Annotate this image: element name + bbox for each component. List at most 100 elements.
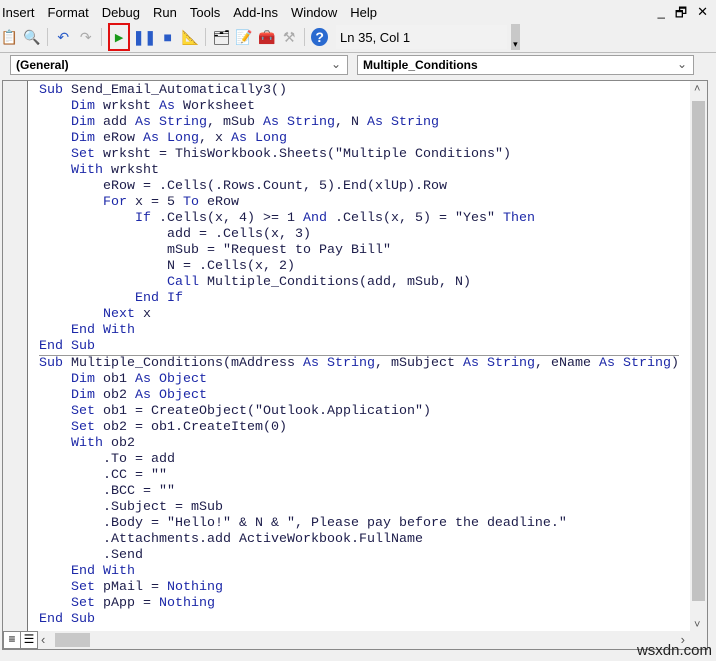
code-line[interactable]: Set wrksht = ThisWorkbook.Sheets("Multip… (39, 147, 679, 163)
keyword: As (598, 356, 615, 371)
code-line[interactable]: With ob2 (39, 436, 679, 452)
keyword: If (166, 291, 183, 306)
scroll-up-icon[interactable]: ˄ (694, 83, 700, 95)
code-line[interactable]: Dim ob2 As Object (39, 388, 679, 404)
margin-indicator-bar[interactable] (3, 81, 28, 631)
code-line[interactable]: .Subject = mSub (39, 500, 679, 516)
code-line[interactable]: mSub = "Request to Pay Bill" (39, 243, 679, 259)
keyword: String (486, 356, 535, 371)
keyword: Dim (71, 388, 95, 403)
keyword: As (143, 131, 159, 146)
help-icon[interactable]: ? (311, 28, 329, 46)
code-line[interactable]: If .Cells(x, 4) >= 1 And .Cells(x, 5) = … (39, 211, 679, 227)
code-line[interactable]: With wrksht (39, 163, 679, 179)
object-dropdown[interactable]: (General) ⌄ (10, 55, 348, 75)
full-module-view-button[interactable]: ☰ (20, 631, 38, 649)
code-line[interactable]: For x = 5 To eRow (39, 195, 679, 211)
code-token: ob1 (103, 372, 127, 387)
menu-format[interactable]: Format (44, 5, 98, 20)
code-line[interactable]: N = .Cells(x, 2) (39, 259, 679, 275)
code-token: ( (246, 404, 255, 419)
keyword: Sub (71, 612, 95, 627)
properties-window-icon[interactable]: 📝 (235, 27, 254, 47)
code-line[interactable]: Set pMail = Nothing (39, 580, 679, 596)
separator (304, 28, 306, 46)
vertical-scrollbar[interactable]: ˄ ˅ (690, 81, 707, 631)
code-line[interactable]: Set ob1 = CreateObject("Outlook.Applicat… (39, 404, 679, 420)
menu-run[interactable]: Run (149, 5, 186, 20)
code-line[interactable]: .Send (39, 548, 679, 564)
code-line[interactable]: Sub Send_Email_Automatically3() (39, 83, 679, 99)
menu-insert[interactable]: Insert (0, 5, 44, 20)
code-line[interactable]: .Body = "Hello!" & N & ", Please pay bef… (39, 516, 679, 532)
keyword: With (103, 564, 135, 579)
menu-tools[interactable]: Tools (186, 5, 229, 20)
code-editor[interactable]: Sub Send_Email_Automatically3() Dim wrks… (2, 80, 708, 650)
code-line[interactable]: add = .Cells(x, 3) (39, 227, 679, 243)
minimize-button[interactable]: _ (658, 4, 665, 26)
close-button[interactable]: ✕ (697, 4, 708, 26)
reset-icon[interactable]: ■ (158, 27, 177, 47)
code-line[interactable]: End Sub (39, 612, 679, 628)
separator (47, 28, 48, 46)
horizontal-scrollbar[interactable]: ≡ ☰ ‹ › (3, 631, 707, 649)
design-mode-icon[interactable]: 📐 (181, 27, 200, 47)
keyword: As (159, 99, 175, 114)
undo-icon[interactable]: ↶ (54, 27, 73, 47)
code-line[interactable]: Dim wrksht As Worksheet (39, 99, 679, 115)
code-line[interactable]: .Attachments.add ActiveWorkbook.FullName (39, 532, 679, 548)
code-token: . (350, 532, 359, 547)
code-text[interactable]: Sub Send_Email_Automatically3() Dim wrks… (39, 83, 679, 628)
code-token: = (135, 596, 159, 611)
horizontal-scroll-thumb[interactable] (55, 633, 90, 647)
scroll-down-icon[interactable]: ˅ (694, 619, 700, 631)
code-line[interactable]: .CC = "" (39, 468, 679, 484)
procedure-view-button[interactable]: ≡ (3, 631, 21, 649)
keyword: For (103, 195, 127, 210)
restore-button[interactable]: 🗗 (675, 4, 687, 26)
object-browser-icon[interactable]: 🧰 (257, 27, 276, 47)
run-sub-button[interactable]: ▶ (107, 23, 131, 51)
code-line[interactable]: Set pApp = Nothing (39, 596, 679, 612)
code-line[interactable]: End With (39, 564, 679, 580)
menu-add-ins[interactable]: Add-Ins (229, 5, 287, 20)
menu-window[interactable]: Window (287, 5, 346, 20)
code-token: add (366, 275, 391, 290)
keyword: With (103, 323, 135, 338)
vertical-scroll-thumb[interactable] (692, 101, 705, 601)
code-token: . (255, 179, 263, 194)
procedure-dropdown[interactable]: Multiple_Conditions ⌄ (357, 55, 694, 75)
code-line[interactable]: Dim add As String, mSub As String, N As … (39, 115, 679, 131)
code-line[interactable]: End Sub (39, 339, 679, 356)
code-line[interactable]: Dim ob1 As Object (39, 372, 679, 388)
code-line[interactable]: Dim eRow As Long, x As Long (39, 131, 679, 147)
break-icon[interactable]: ❚❚ (133, 27, 156, 47)
code-line[interactable]: Next x (39, 307, 679, 323)
code-token: . (39, 468, 111, 483)
toolbox-icon[interactable]: ⚒ (280, 27, 299, 47)
redo-icon[interactable]: ↷ (76, 27, 95, 47)
scroll-left-icon[interactable]: ‹ (41, 632, 45, 647)
paste-icon[interactable]: 📋 (0, 27, 19, 47)
menu-help[interactable]: Help (346, 5, 386, 20)
code-line[interactable]: Set ob2 = ob1.CreateItem(0) (39, 420, 679, 436)
code-line[interactable]: End If (39, 291, 679, 307)
keyword: Sub (39, 356, 63, 371)
menu-debug[interactable]: Debug (98, 5, 149, 20)
code-line[interactable]: Sub Multiple_Conditions(mAddress As Stri… (39, 356, 679, 372)
code-token: ) (502, 147, 511, 162)
code-line[interactable]: Call Multiple_Conditions(add, mSub, N) (39, 275, 679, 291)
code-line[interactable]: eRow = .Cells(.Rows.Count, 5).End(xlUp).… (39, 179, 679, 195)
code-line[interactable]: .BCC = "" (39, 484, 679, 500)
find-icon[interactable]: 🔍 (23, 27, 42, 47)
code-token: add (166, 227, 191, 242)
project-explorer-icon[interactable]: 🗂 (212, 27, 231, 47)
code-line[interactable]: End With (39, 323, 679, 339)
code-line[interactable]: .To = add (39, 452, 679, 468)
keyword: Long (167, 131, 199, 146)
toolbar-options-icon[interactable]: ▾ (510, 24, 520, 50)
